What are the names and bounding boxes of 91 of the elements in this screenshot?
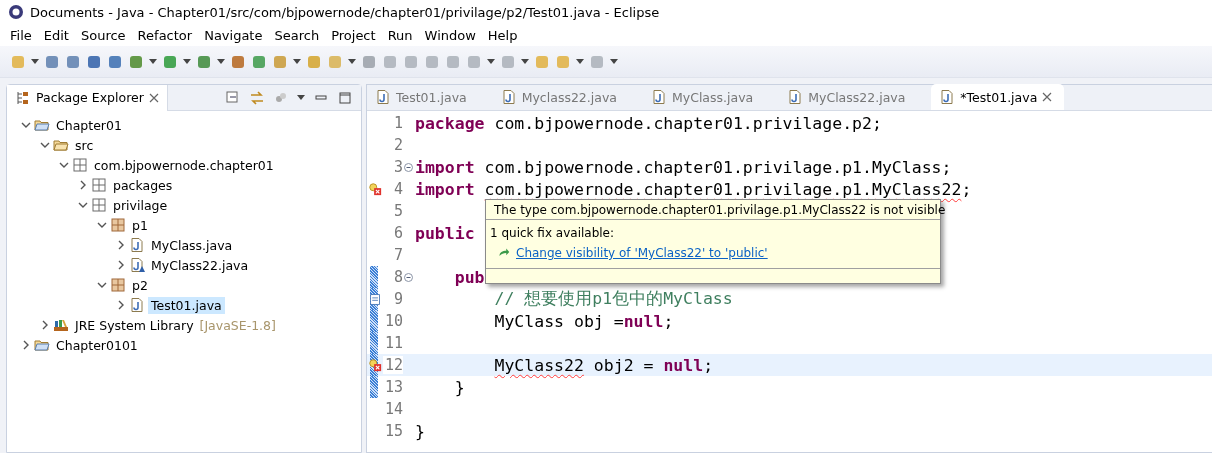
dropdown-arrow-icon[interactable] — [149, 59, 157, 64]
package-icon — [91, 197, 107, 213]
tree-item[interactable]: MyClass22.java — [148, 256, 252, 274]
java-file-icon — [651, 89, 667, 105]
toolbar-icon[interactable] — [86, 53, 102, 70]
toolbar-icon[interactable] — [162, 53, 178, 70]
toolbar-icon[interactable] — [196, 53, 212, 70]
view-title: Package Explorer — [36, 90, 144, 105]
code-line: } — [415, 421, 425, 441]
code-line: public — [415, 223, 475, 243]
menu-item[interactable]: Project — [325, 27, 382, 43]
dropdown-arrow-icon[interactable] — [293, 59, 301, 64]
editor-tab[interactable]: MyClass.java — [643, 84, 766, 110]
java-file-icon — [129, 257, 145, 273]
package-icon — [110, 217, 126, 233]
tree-item[interactable]: Chapter0101 — [53, 336, 141, 354]
folder-icon — [53, 137, 69, 153]
java-file-icon — [787, 89, 804, 105]
dropdown-arrow-icon[interactable] — [576, 59, 584, 64]
package-icon — [110, 277, 126, 293]
folder-icon — [34, 337, 50, 353]
menu-item[interactable]: Window — [418, 27, 482, 43]
toolbar-icon[interactable] — [128, 53, 144, 70]
tree-item[interactable]: p2 — [129, 276, 151, 294]
dropdown-arrow-icon[interactable] — [217, 59, 225, 64]
code-line: import com.bjpowernode.chapter01.privilage.p1.MyClass22; — [415, 179, 972, 199]
toolbar-icon[interactable] — [251, 53, 267, 70]
tree-item[interactable]: src — [72, 136, 97, 154]
tree-item[interactable]: JRE System Library — [72, 316, 197, 334]
toolbar-icon[interactable] — [107, 53, 123, 70]
library-icon — [53, 317, 69, 333]
dropdown-arrow-icon[interactable] — [487, 59, 495, 64]
folder-icon — [34, 117, 50, 133]
tree-item[interactable]: Test01.java — [148, 296, 225, 314]
code-line: } — [453, 377, 465, 397]
dropdown-arrow-icon[interactable] — [297, 95, 305, 100]
editor-tab[interactable]: Myclass22.java — [492, 84, 629, 110]
editor-tab[interactable]: Test01.java — [367, 84, 479, 110]
package-explorer-icon — [15, 89, 31, 106]
tree-item[interactable]: com.bjpowernode.chapter01 — [91, 156, 277, 174]
close-icon[interactable] — [1042, 92, 1053, 102]
editor-tab[interactable]: *Test01.java — [931, 84, 1065, 110]
toolbar-icon[interactable] — [230, 53, 246, 70]
tree-item[interactable]: privilage — [110, 196, 171, 214]
link-icon[interactable] — [249, 89, 265, 106]
editor-tab[interactable]: MyClass22.java — [779, 84, 918, 110]
toolbar-icon[interactable] — [44, 53, 60, 70]
close-icon[interactable] — [148, 92, 159, 103]
view-tab[interactable]: Package Explorer — [7, 84, 168, 111]
code-line: package com.bjpowernode.chapter01.privilage.p2; — [415, 113, 882, 133]
package-icon — [72, 157, 88, 173]
dropdown-arrow-icon[interactable] — [31, 59, 39, 64]
menu-item[interactable]: Run — [381, 27, 419, 43]
tree-item[interactable]: packages — [110, 176, 176, 194]
tree-item[interactable]: Chapter01 — [53, 116, 125, 134]
tree-item-decoration: [JavaSE-1.8] — [199, 317, 276, 333]
quick-fix-count: 1 quick fix available: — [489, 225, 616, 242]
code-line: // 想要使用p1包中的MyClass — [493, 288, 733, 310]
code-line: import com.bjpowernode.chapter01.privilage.p1.MyClass; — [415, 157, 952, 177]
package-icon — [91, 177, 107, 193]
collapse-all-icon[interactable] — [225, 89, 241, 106]
dropdown-arrow-icon[interactable] — [348, 59, 356, 64]
tree-item[interactable]: MyClass.java — [148, 236, 236, 254]
maximize-icon[interactable] — [337, 89, 353, 106]
menu-item[interactable]: Help — [481, 27, 524, 43]
window-title: Documents - Java - Chapter01/src/com/bjpowernode/chapter01/privilage/p2/Test01.java - Eclipse — [30, 4, 660, 20]
java-file-icon — [375, 89, 391, 105]
java-file-icon — [129, 237, 145, 253]
dropdown-arrow-icon[interactable] — [183, 59, 191, 64]
fold-icon[interactable] — [403, 272, 413, 282]
menu-item[interactable]: Source — [74, 27, 132, 43]
java-file-icon — [500, 89, 517, 105]
app-icon — [8, 4, 24, 20]
java-file-icon — [129, 297, 145, 313]
dropdown-arrow-icon[interactable] — [610, 59, 618, 64]
code-line: MyClass22 obj2 = null; — [493, 355, 714, 375]
code-line: MyClass obj =null; — [493, 311, 674, 331]
code-line: pub — [453, 267, 485, 287]
menu-item[interactable]: Refactor — [131, 27, 199, 43]
java-file-icon — [939, 89, 956, 105]
toolbar-icon[interactable] — [65, 53, 81, 70]
menu-item[interactable]: Navigate — [198, 27, 269, 43]
line-number: 12 — [383, 356, 403, 374]
fold-icon[interactable] — [403, 162, 413, 172]
tree-item[interactable]: p1 — [129, 216, 151, 234]
menu-item[interactable]: File — [4, 27, 38, 43]
quick-fix-link[interactable]: Change visibility of 'MyClass22' to 'public' — [516, 246, 768, 260]
menu-item[interactable]: Search — [268, 27, 326, 43]
dropdown-arrow-icon[interactable] — [521, 59, 529, 64]
menu-item[interactable]: Edit — [37, 27, 75, 43]
problem-message: The type com.bjpowernode.chapter01.privilage.p1.MyClass22 is not visible — [494, 202, 946, 217]
